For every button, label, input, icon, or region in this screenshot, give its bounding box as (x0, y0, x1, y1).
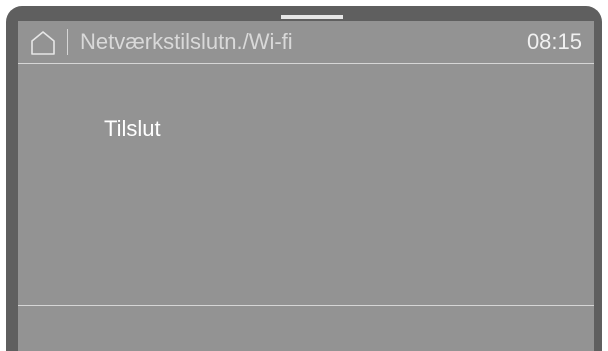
connect-menu-item[interactable]: Tilslut (104, 116, 161, 142)
header-divider (67, 29, 68, 55)
home-button[interactable] (26, 26, 60, 58)
display-screen: Netværkstilslutn./Wi-fi 08:15 Tilslut (18, 15, 594, 351)
page-title: Netværkstilslutn./Wi-fi (80, 29, 293, 54)
footer-divider (18, 305, 594, 306)
clock: 08:15 (526, 29, 582, 54)
page-indicator (281, 15, 343, 19)
home-icon (31, 31, 55, 55)
header-bar: Netværkstilslutn./Wi-fi 08:15 (18, 21, 594, 64)
